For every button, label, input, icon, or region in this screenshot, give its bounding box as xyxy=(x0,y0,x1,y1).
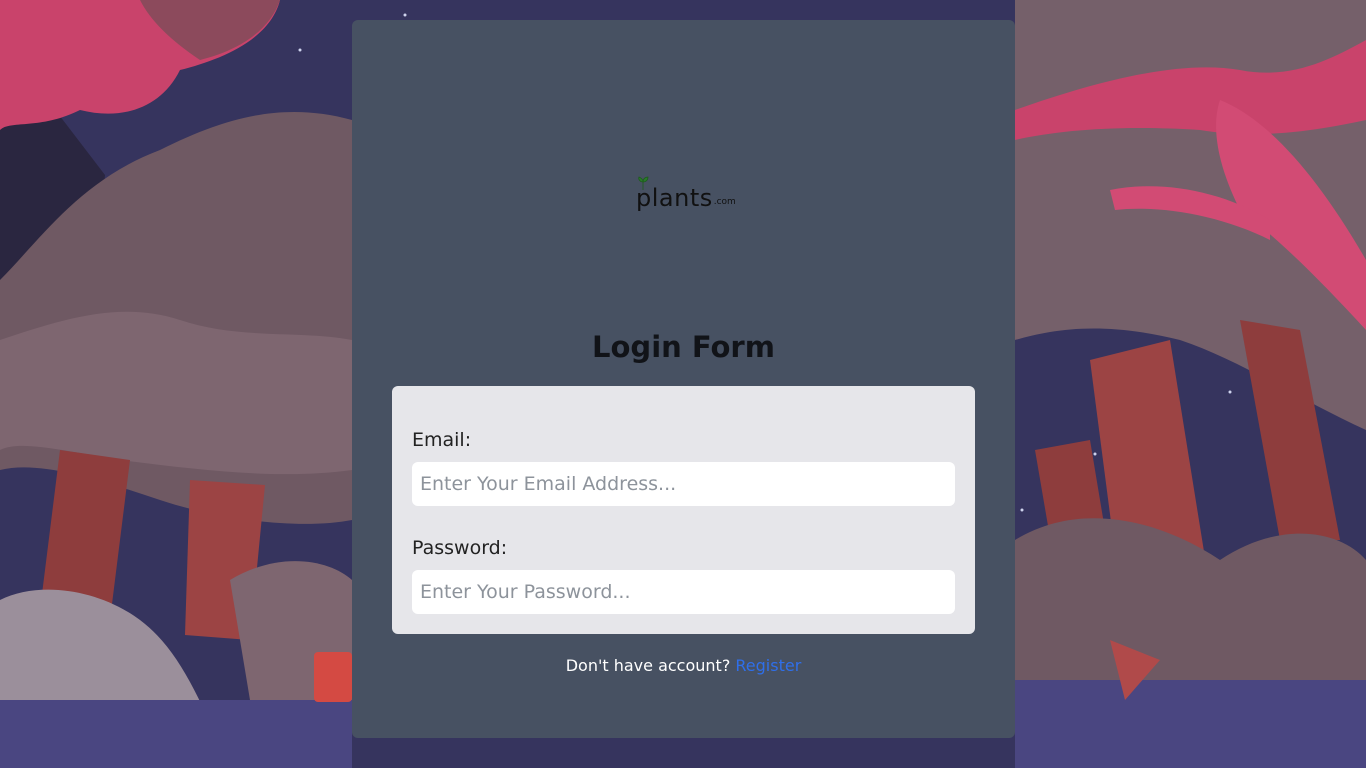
email-input[interactable] xyxy=(412,462,955,506)
page-title: Login Form xyxy=(592,330,775,364)
register-prompt: Don't have account? Register xyxy=(352,656,1015,675)
register-link[interactable]: Register xyxy=(735,656,801,675)
leaf-icon xyxy=(638,176,649,190)
plants-logo: plants .com xyxy=(636,176,736,210)
register-prompt-text: Don't have account? xyxy=(565,656,731,675)
password-label: Password: xyxy=(412,537,508,559)
logo-suffix: .com xyxy=(713,197,736,207)
email-label: Email: xyxy=(412,429,472,451)
password-input[interactable] xyxy=(412,570,955,614)
